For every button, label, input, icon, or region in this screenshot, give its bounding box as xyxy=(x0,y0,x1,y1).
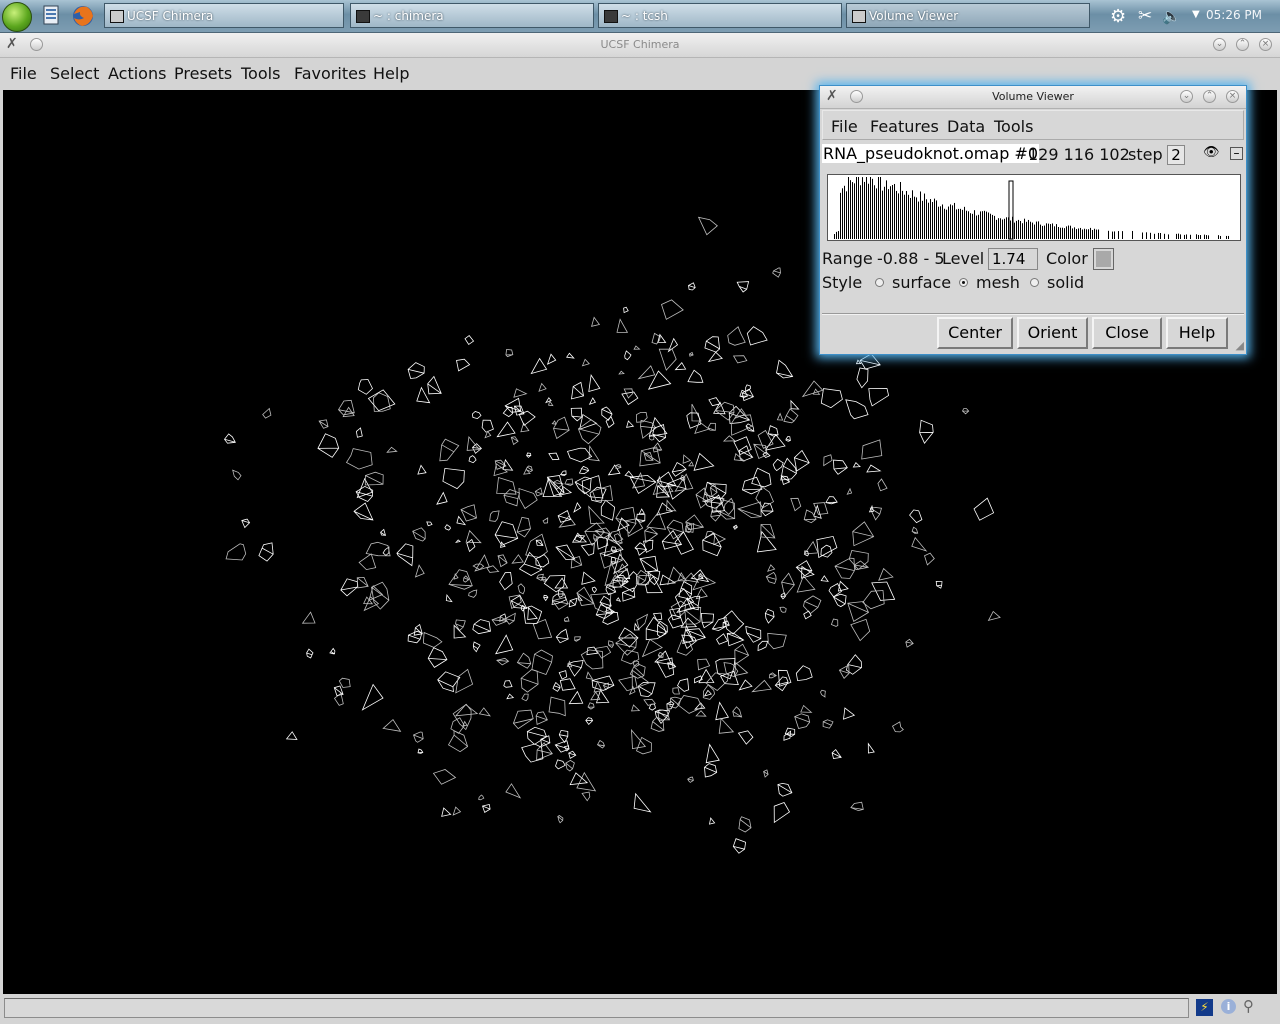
collapse-panel-icon[interactable]: – xyxy=(1230,147,1243,160)
task-label: UCSF Chimera xyxy=(127,9,214,23)
main-window-titlebar[interactable]: ✗ UCSF Chimera ⌄ ⌃ × xyxy=(0,33,1280,58)
task-volume-viewer[interactable]: Volume Viewer xyxy=(846,3,1090,28)
status-message-field xyxy=(4,998,1189,1018)
idle-lightning-icon[interactable]: ⚡ xyxy=(1196,999,1213,1016)
info-icon[interactable]: i xyxy=(1221,999,1236,1014)
close-icon[interactable]: × xyxy=(1259,38,1272,51)
menu-favorites[interactable]: Favorites xyxy=(294,64,366,83)
minimize-icon[interactable]: ⌄ xyxy=(1180,90,1193,103)
menu-file[interactable]: File xyxy=(10,64,37,83)
start-menu-icon[interactable] xyxy=(2,2,32,32)
orient-button[interactable]: Orient xyxy=(1017,317,1088,349)
close-icon[interactable]: × xyxy=(1226,90,1239,103)
close-button[interactable]: Close xyxy=(1092,317,1162,349)
style-label: Style xyxy=(822,273,863,292)
system-tray: ⚙ ✂ 🔈 ▼ 05:26 PM xyxy=(1100,0,1280,32)
color-swatch-button[interactable] xyxy=(1093,248,1114,270)
step-menu[interactable]: 2 xyxy=(1167,145,1185,165)
menu-select[interactable]: Select xyxy=(50,64,99,83)
taskbar: UCSF Chimera ~ : chimera ~ : tcsh Volume… xyxy=(0,0,1280,33)
style-surface-radio[interactable] xyxy=(875,278,884,287)
settings-gear-icon[interactable]: ⚙ xyxy=(1110,6,1126,27)
style-surface-label[interactable]: surface xyxy=(892,273,951,292)
chimera-icon xyxy=(110,10,124,23)
center-button[interactable]: Center xyxy=(937,317,1013,349)
volume-viewer-menubar: File Features Data Tools xyxy=(822,110,1244,140)
magnifier-icon[interactable]: ⚲ xyxy=(1243,997,1254,1015)
help-button[interactable]: Help xyxy=(1166,317,1228,349)
vv-menu-file[interactable]: File xyxy=(831,117,858,136)
level-field[interactable]: 1.74 xyxy=(988,248,1038,270)
firefox-icon[interactable] xyxy=(70,3,96,29)
maximize-icon[interactable]: ⌃ xyxy=(1236,38,1249,51)
style-mesh-radio[interactable] xyxy=(959,278,968,287)
step-label: step xyxy=(1128,145,1163,164)
volume-viewer-titlebar[interactable]: ✗ Volume Viewer ⌄ ⌃ × xyxy=(820,86,1246,109)
histogram-panel[interactable] xyxy=(827,174,1241,241)
task-chimera[interactable]: UCSF Chimera xyxy=(104,3,344,28)
vv-menu-tools[interactable]: Tools xyxy=(994,117,1033,136)
style-solid-radio[interactable] xyxy=(1030,278,1039,287)
resize-grip-icon[interactable]: ◢ xyxy=(1236,339,1244,352)
statusbar: ⚡ i ⚲ xyxy=(0,994,1280,1024)
chimera-icon xyxy=(852,10,866,23)
minimize-icon[interactable]: ⌄ xyxy=(1213,38,1226,51)
scissors-icon[interactable]: ✂ xyxy=(1138,6,1152,26)
style-solid-label[interactable]: solid xyxy=(1047,273,1084,292)
maximize-icon[interactable]: ⌃ xyxy=(1203,90,1216,103)
menu-actions[interactable]: Actions xyxy=(108,64,166,83)
eye-icon[interactable]: 👁 xyxy=(1203,145,1220,160)
menu-tools[interactable]: Tools xyxy=(241,64,280,83)
task-terminal-chimera[interactable]: ~ : chimera xyxy=(350,3,594,28)
vv-menu-features[interactable]: Features xyxy=(870,117,939,136)
color-label: Color xyxy=(1046,249,1088,268)
range-label: Range xyxy=(822,249,873,268)
range-value: -0.88 - 5 xyxy=(877,249,945,268)
style-mesh-label[interactable]: mesh xyxy=(976,273,1020,292)
file-manager-icon[interactable] xyxy=(40,3,66,29)
task-label: ~ : chimera xyxy=(373,9,444,23)
map-name-button[interactable]: RNA_pseudoknot.omap #0 xyxy=(822,144,1040,163)
divider xyxy=(822,313,1244,315)
histogram[interactable] xyxy=(828,175,1241,240)
task-terminal-tcsh[interactable]: ~ : tcsh xyxy=(598,3,842,28)
dropdown-arrow-icon[interactable]: ▼ xyxy=(1192,9,1200,20)
terminal-icon xyxy=(604,10,618,23)
task-label: ~ : tcsh xyxy=(621,9,668,23)
level-label: Level xyxy=(942,249,985,268)
task-label: Volume Viewer xyxy=(869,9,959,23)
menu-help[interactable]: Help xyxy=(373,64,409,83)
menu-presets[interactable]: Presets xyxy=(174,64,232,83)
map-dimensions: 129 116 102 xyxy=(1028,145,1130,164)
clock[interactable]: 05:26 PM xyxy=(1206,8,1262,22)
volume-viewer-dialog: ✗ Volume Viewer ⌄ ⌃ × File Features Data… xyxy=(819,85,1247,355)
terminal-icon xyxy=(356,10,370,23)
vv-menu-data[interactable]: Data xyxy=(947,117,985,136)
window-title: UCSF Chimera xyxy=(600,38,680,51)
volume-icon[interactable]: 🔈 xyxy=(1162,7,1181,25)
